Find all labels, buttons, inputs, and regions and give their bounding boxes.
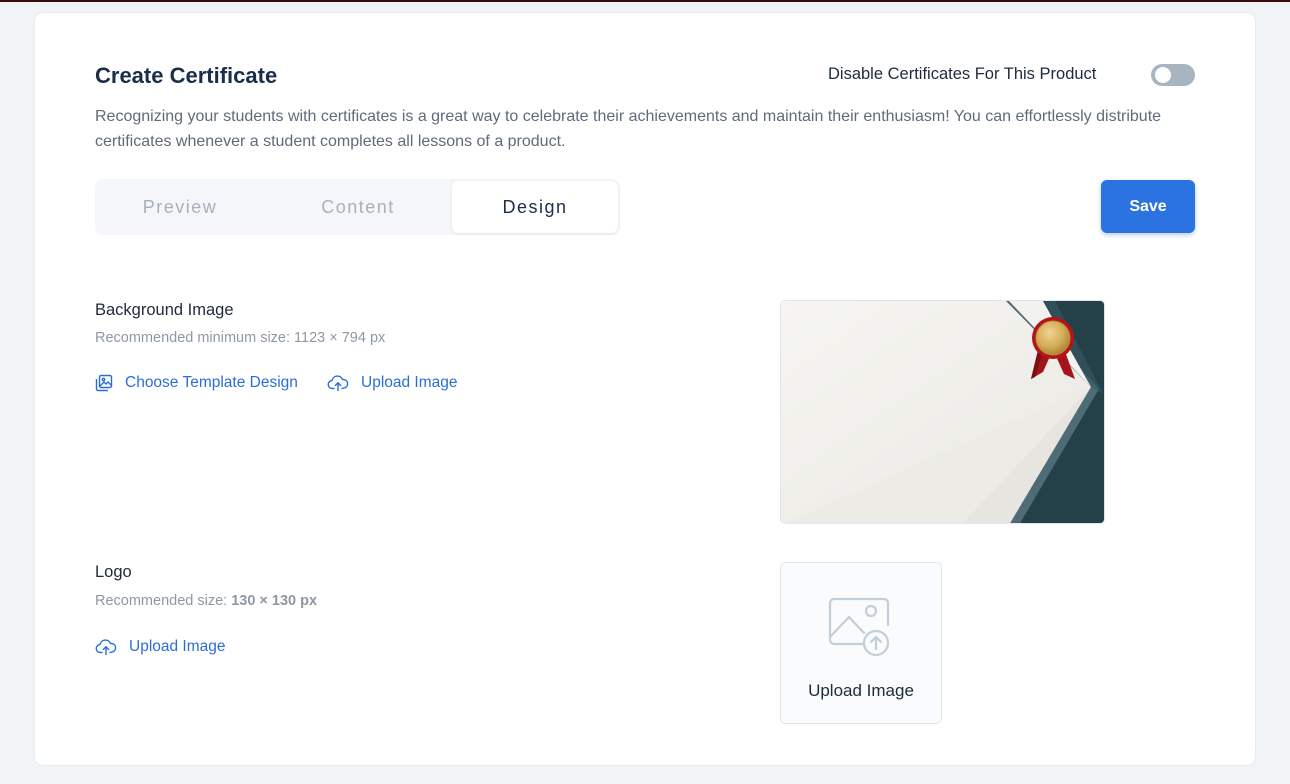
logo-hint-prefix: Recommended size: (95, 593, 232, 609)
certificate-template-thumbnail (781, 301, 1104, 523)
background-image-title: Background Image (95, 301, 234, 319)
background-upload-image-label: Upload Image (361, 374, 458, 391)
tab-design[interactable]: Design (452, 181, 618, 233)
background-image-preview[interactable] (780, 300, 1105, 524)
logo-upload-box-label: Upload Image (808, 681, 914, 700)
background-image-hint: Recommended minimum size: 1123 × 794 px (95, 330, 386, 346)
save-button[interactable]: Save (1101, 180, 1195, 233)
certificate-card: Create Certificate Disable Certificates … (35, 13, 1255, 765)
cloud-upload-icon (327, 375, 349, 392)
logo-upload-image-label: Upload Image (129, 638, 226, 655)
image-gallery-icon (95, 374, 113, 392)
tab-content[interactable]: Content (273, 181, 443, 233)
logo-upload-box[interactable]: Upload Image (780, 562, 942, 724)
window-top-border (0, 0, 1290, 2)
tab-bar: Preview Content Design (95, 179, 620, 235)
logo-upload-image-link[interactable]: Upload Image (95, 638, 226, 656)
cloud-upload-icon (95, 639, 117, 656)
tab-preview[interactable]: Preview (95, 181, 265, 233)
choose-template-design-link[interactable]: Choose Template Design (95, 374, 298, 392)
logo-hint: Recommended size: 130 × 130 px (95, 593, 317, 609)
choose-template-design-label: Choose Template Design (125, 374, 298, 391)
toggle-knob (1155, 67, 1171, 83)
page-description: Recognizing your students with certifica… (95, 108, 1162, 150)
page-title: Create Certificate (95, 63, 278, 88)
logo-title: Logo (95, 563, 132, 581)
background-upload-image-link[interactable]: Upload Image (327, 374, 458, 392)
disable-certificates-label: Disable Certificates For This Product (828, 65, 1097, 83)
disable-certificates-toggle[interactable] (1151, 64, 1195, 86)
logo-hint-size: 130 × 130 px (231, 593, 318, 609)
image-upload-icon (828, 597, 890, 657)
